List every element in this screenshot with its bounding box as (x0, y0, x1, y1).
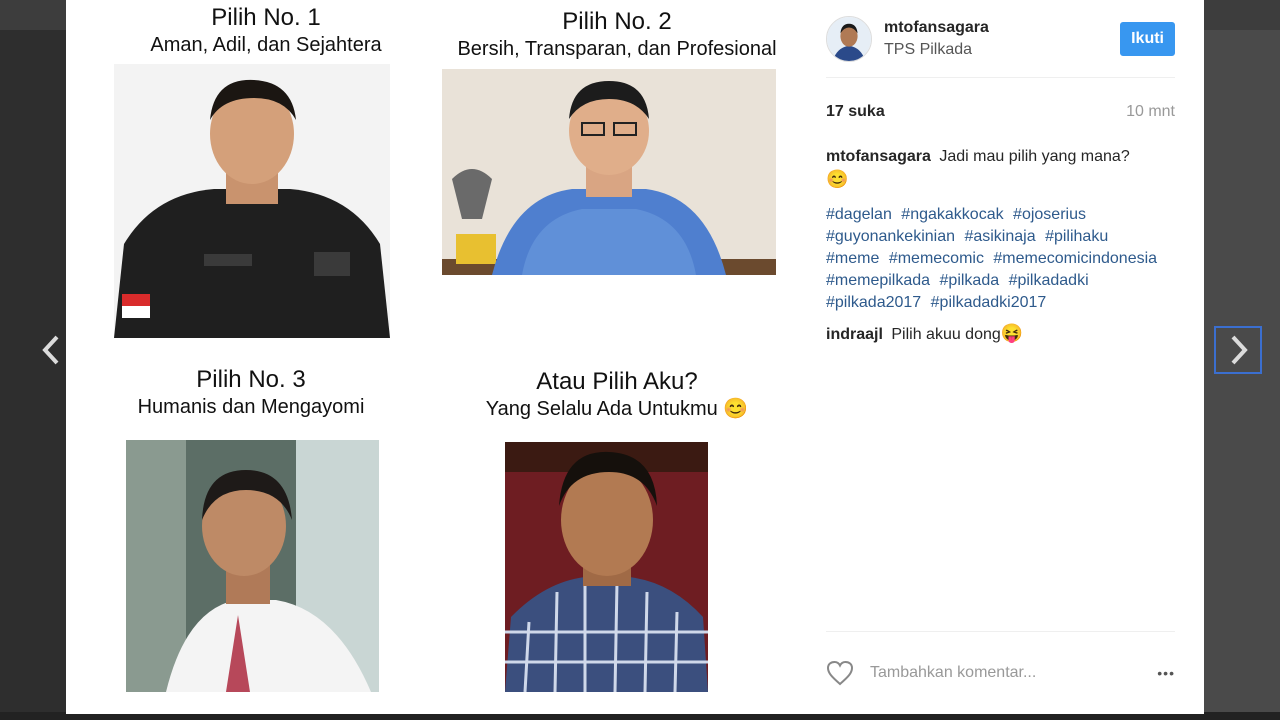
hashtag-link[interactable]: #memecomic (889, 250, 984, 267)
meme-cell-3: Pilih No. 3 Humanis dan Mengayomi (111, 366, 391, 420)
candidate-4-photo (505, 442, 708, 692)
meme-title: Pilih No. 3 (196, 366, 306, 393)
meme-subtitle: Yang Selalu Ada Untukmu 😊 (485, 398, 749, 420)
meme-subtitle: Humanis dan Mengayomi (137, 396, 365, 418)
chevron-right-icon (1231, 335, 1248, 365)
comment-text: Pilih akuu dong (891, 326, 1001, 343)
backdrop-right-strip (1204, 30, 1280, 720)
tongue-emoji: 😝 (1000, 323, 1024, 343)
comment-bar: ••• (826, 631, 1175, 714)
meme-title: Atau Pilih Aku? (536, 368, 698, 395)
hashtag-link[interactable]: #dagelan (826, 206, 892, 223)
post-time[interactable]: 10 mnt (1126, 103, 1175, 121)
hashtag-list: #dagelan #ngakakkocak #ojoserius #guyona… (826, 204, 1175, 314)
comment-input[interactable] (868, 663, 1158, 683)
hashtag-link[interactable]: #pilkada2017 (826, 294, 921, 311)
likes-count[interactable]: 17 suka (826, 103, 885, 121)
meme-cell-2: Pilih No. 2 Bersih, Transparan, dan Prof… (444, 8, 790, 62)
meme-cell-1: Pilih No. 1 Aman, Adil, dan Sejahtera (126, 4, 406, 58)
more-options-button[interactable]: ••• (1157, 665, 1175, 681)
location-link[interactable]: TPS Pilkada (884, 39, 1120, 61)
hashtag-link[interactable]: #memepilkada (826, 272, 930, 289)
hashtag-link[interactable]: #pilkadadki (1009, 272, 1089, 289)
hashtag-link[interactable]: #ngakakkocak (901, 206, 1003, 223)
meme-subtitle: Bersih, Transparan, dan Profesional (457, 38, 777, 60)
caption: mtofansagara Jadi mau pilih yang mana? 😊… (826, 146, 1175, 314)
next-post-button[interactable] (1214, 326, 1262, 374)
post-image: Pilih No. 1 Aman, Adil, dan Sejahtera Pi… (66, 0, 807, 714)
smile-emoji: 😊 (826, 169, 849, 189)
hashtag-link[interactable]: #guyonankekinian (826, 228, 955, 245)
post-modal: Pilih No. 1 Aman, Adil, dan Sejahtera Pi… (66, 0, 1204, 714)
meme-title: Pilih No. 2 (562, 8, 672, 35)
hashtag-link[interactable]: #pilihaku (1045, 228, 1108, 245)
hashtag-link[interactable]: #ojoserius (1013, 206, 1086, 223)
comments-list: mtofansagara Jadi mau pilih yang mana? 😊… (826, 146, 1175, 346)
caption-username[interactable]: mtofansagara (826, 148, 931, 165)
heart-icon[interactable] (826, 660, 854, 686)
chevron-left-icon (42, 335, 59, 365)
meme-cell-4: Atau Pilih Aku? Yang Selalu Ada Untukmu … (456, 368, 778, 422)
candidate-2-photo (442, 69, 776, 275)
post-sidebar: mtofansagara TPS Pilkada Ikuti 17 suka 1… (807, 0, 1204, 714)
hashtag-link[interactable]: #pilkada (940, 272, 1000, 289)
caption-text: Jadi mau pilih yang mana? (939, 148, 1130, 165)
hashtag-link[interactable]: #meme (826, 250, 879, 267)
post-stats: 17 suka 10 mnt (826, 78, 1175, 146)
avatar[interactable] (826, 15, 872, 62)
meme-title: Pilih No. 1 (211, 4, 321, 31)
hashtag-link[interactable]: #pilkadadki2017 (931, 294, 1047, 311)
hashtag-link[interactable]: #asikinaja (964, 228, 1035, 245)
hashtag-link[interactable]: #memecomicindonesia (993, 250, 1157, 267)
candidate-1-photo (114, 64, 390, 338)
post-header: mtofansagara TPS Pilkada Ikuti (826, 0, 1175, 78)
username-link[interactable]: mtofansagara (884, 17, 1120, 39)
comment: indraajl Pilih akuu dong😝 (826, 322, 1175, 346)
candidate-3-photo (126, 440, 379, 692)
meme-subtitle: Aman, Adil, dan Sejahtera (150, 34, 382, 56)
follow-button[interactable]: Ikuti (1120, 21, 1175, 56)
user-info: mtofansagara TPS Pilkada (884, 17, 1120, 61)
comment-username[interactable]: indraajl (826, 326, 883, 343)
